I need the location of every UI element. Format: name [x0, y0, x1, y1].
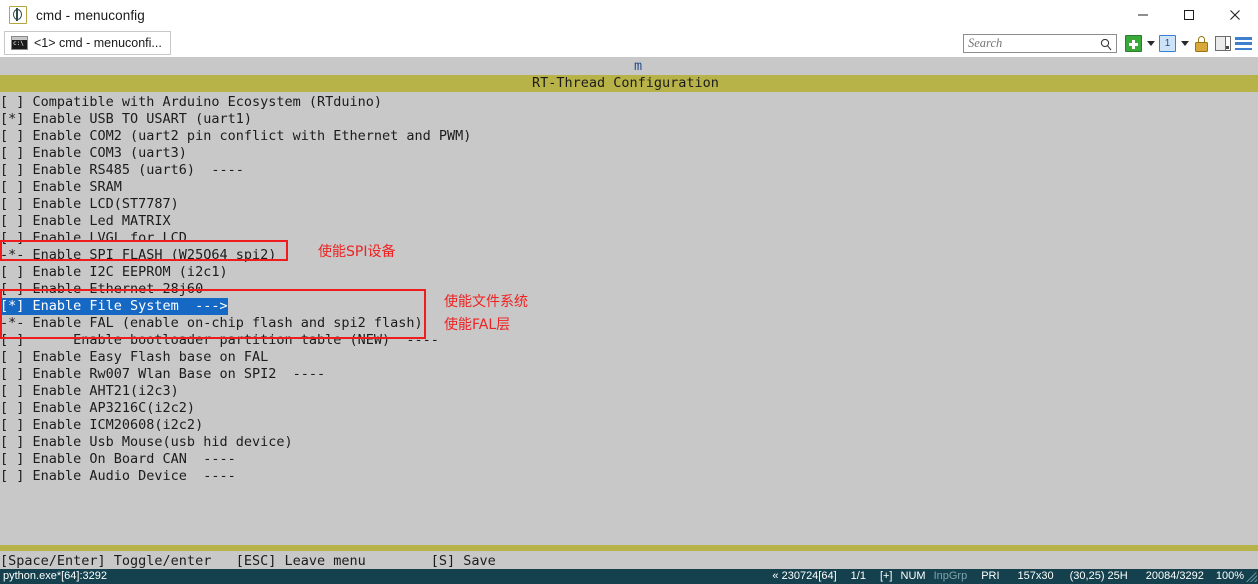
mode-marker: m	[634, 58, 643, 74]
status-pages: 1/1	[850, 570, 866, 582]
status-plus: [+]	[879, 570, 893, 582]
menu-item[interactable]: [ ] Enable AHT21(i2c3)	[0, 383, 1258, 400]
new-tab-dropdown[interactable]	[1144, 34, 1157, 53]
window-number-icon: 1	[1159, 35, 1176, 52]
menu-item[interactable]: [ ] Enable RS485 (uart6) ----	[0, 162, 1258, 179]
console-icon	[9, 6, 27, 24]
split-pane-icon	[1214, 36, 1231, 51]
window-title: cmd - menuconfig	[36, 7, 145, 23]
menu-item-file-system-selected[interactable]: [*] Enable File System --->	[0, 298, 1258, 315]
window-selector-dropdown[interactable]	[1178, 34, 1191, 53]
menu-item-spi-flash[interactable]: -*- Enable SPI FLASH (W25Q64 spi2)	[0, 247, 1258, 264]
config-banner: RT-Thread Configuration	[0, 75, 1258, 92]
status-size: 157x30	[1017, 570, 1054, 582]
toolbar: 1	[963, 32, 1254, 55]
help-key-list: [Space/Enter] Toggle/enter [ESC] Leave m…	[0, 551, 1258, 569]
split-pane-button[interactable]	[1213, 34, 1232, 53]
menu-item[interactable]: [ ] Enable Usb Mouse(usb hid device)	[0, 434, 1258, 451]
tab-strip: <1> cmd - menuconfi... 1	[0, 30, 1258, 58]
banner-title: RT-Thread Configuration	[532, 75, 719, 91]
help-line: [Space/Enter] Toggle/enter [ESC] Leave m…	[0, 553, 496, 569]
menu-item[interactable]: [ ] Enable I2C EEPROM (i2c1)	[0, 264, 1258, 281]
search-icon[interactable]	[1100, 38, 1112, 51]
menu-item[interactable]: [ ] Enable ICM20608(i2c2)	[0, 417, 1258, 434]
menu-item[interactable]: [ ] Enable LCD(ST7787)	[0, 196, 1258, 213]
status-zoom: 100%	[1215, 570, 1244, 582]
console-output[interactable]: (Top) → Hardware Drivers Config→ Onboard…	[0, 57, 1258, 569]
menu-item[interactable]: [ ] Enable On Board CAN ----	[0, 451, 1258, 468]
breadcrumb-row: (Top) → Hardware Drivers Config→ Onboard…	[0, 57, 1258, 91]
menu-item[interactable]: [ ] Enable Easy Flash base on FAL	[0, 349, 1258, 366]
annotation-label-filesystem: 使能文件系统	[444, 294, 528, 310]
annotation-label-spi: 使能SPI设备	[318, 244, 396, 260]
resize-grip-icon[interactable]	[1246, 571, 1257, 582]
menu-item[interactable]: [ ] Enable COM3 (uart3)	[0, 145, 1258, 162]
menu-item[interactable]: [ ] Compatible with Arduino Ecosystem (R…	[0, 94, 1258, 111]
window-selector-button[interactable]: 1	[1158, 34, 1177, 53]
menuconfig-window: cmd - menuconfig <1> cmd - menuconfi...	[0, 0, 1258, 584]
menu-list: [ ] Compatible with Arduino Ecosystem (R…	[0, 92, 1258, 485]
status-bar: python.exe*[64]:3292 « 230724[64] 1/1 [+…	[0, 569, 1258, 584]
selected-row-text: [*] Enable File System --->	[0, 298, 228, 315]
chevron-down-icon	[1146, 41, 1155, 46]
status-mem: 20084/3292	[1145, 570, 1204, 582]
menu-item[interactable]: [ ] Enable Audio Device ----	[0, 468, 1258, 485]
menu-item-fal[interactable]: -*- Enable FAL (enable on-chip flash and…	[0, 315, 1258, 332]
menu-item[interactable]: [ ] Enable LVGL for LCD	[0, 230, 1258, 247]
menu-item[interactable]: [ ] Enable bootloader partition table (N…	[0, 332, 1258, 349]
menu-item[interactable]: [ ] Enable Ethernet 28j60	[0, 281, 1258, 298]
green-plus-icon	[1125, 35, 1142, 52]
status-pri: PRI	[981, 570, 1000, 582]
new-tab-button[interactable]	[1124, 34, 1143, 53]
tab-cmd-menuconfig[interactable]: <1> cmd - menuconfi...	[4, 31, 171, 55]
status-encoding: « 230724[64]	[772, 570, 837, 582]
status-process: python.exe*[64]:3292	[3, 570, 107, 582]
menu-item[interactable]: [ ] Enable Rw007 Wlan Base on SPI2 ----	[0, 366, 1258, 383]
minimize-button[interactable]	[1120, 0, 1166, 30]
status-num: NUM	[900, 570, 926, 582]
status-inpgrp: InpGrp	[933, 570, 968, 582]
search-input[interactable]	[968, 36, 1092, 51]
search-box[interactable]	[963, 34, 1117, 53]
menu-item[interactable]: [ ] Enable AP3216C(i2c2)	[0, 400, 1258, 417]
close-button[interactable]	[1212, 0, 1258, 30]
lock-icon	[1195, 35, 1208, 52]
maximize-button[interactable]	[1166, 0, 1212, 30]
menu-item[interactable]: [ ] Enable COM2 (uart2 pin conflict with…	[0, 128, 1258, 145]
window-titlebar: cmd - menuconfig	[0, 0, 1258, 31]
tab-label: <1> cmd - menuconfi...	[34, 36, 162, 50]
menu-item[interactable]: [*] Enable USB TO USART (uart1)	[0, 111, 1258, 128]
menu-item[interactable]: [ ] Enable Led MATRIX	[0, 213, 1258, 230]
annotation-label-fal: 使能FAL层	[444, 317, 511, 333]
menu-item[interactable]: [ ] Enable SRAM	[0, 179, 1258, 196]
status-right-group: « 230724[64] 1/1 [+] NUM InpGrp PRI 157x…	[772, 569, 1244, 584]
chevron-down-icon	[1180, 41, 1189, 46]
status-cursor: (30,25) 25H	[1069, 570, 1128, 582]
lock-button[interactable]	[1192, 34, 1211, 53]
window-controls	[1120, 0, 1258, 30]
console-tab-icon	[11, 36, 28, 50]
hamburger-menu-icon	[1235, 37, 1252, 50]
menu-button[interactable]	[1234, 34, 1253, 53]
